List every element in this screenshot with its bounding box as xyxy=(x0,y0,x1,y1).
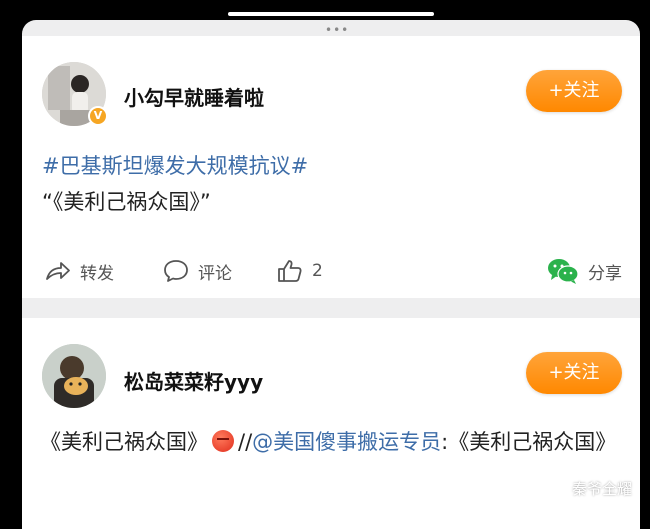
screen: ••• V 小勾早就睡着啦 +关注 #巴基斯坦爆发大规模抗议# “《美利己祸众国… xyxy=(0,0,650,529)
username[interactable]: 松岛菜菜籽yyy xyxy=(124,366,263,395)
follow-button[interactable]: +关注 xyxy=(526,70,622,112)
avatar-image xyxy=(42,344,106,408)
status-bar-indicator xyxy=(228,12,434,16)
username[interactable]: 小勾早就睡着啦 xyxy=(124,82,264,111)
post-text: 《美利己祸众国》 //@美国傻事搬运专员:《美利己祸众国》 xyxy=(40,426,620,458)
post-text-quote: 《美利己祸众国》 xyxy=(40,430,208,454)
repost-separator: // xyxy=(238,430,253,454)
post-card: V 小勾早就睡着啦 +关注 #巴基斯坦爆发大规模抗议# “《美利己祸众国》” 转… xyxy=(22,36,640,298)
like-button[interactable]: 2 xyxy=(276,254,323,288)
wechat-logo-icon xyxy=(544,480,566,497)
verified-badge-icon: V xyxy=(88,106,108,126)
feed-sheet: ••• V 小勾早就睡着啦 +关注 #巴基斯坦爆发大规模抗议# “《美利己祸众国… xyxy=(22,20,640,529)
user-mention-link[interactable]: @美国傻事搬运专员 xyxy=(252,430,441,454)
share-label: 分享 xyxy=(588,263,622,284)
forward-label: 转发 xyxy=(80,263,114,284)
comment-label: 评论 xyxy=(198,263,232,284)
wechat-icon xyxy=(548,259,579,284)
like-count: 2 xyxy=(312,261,323,281)
topic-hashtag-link[interactable]: #巴基斯坦爆发大规模抗议# xyxy=(42,150,308,180)
post-text-repost: :《美利己祸众国》 xyxy=(441,430,617,454)
forward-icon xyxy=(46,262,70,280)
share-button[interactable]: 分享 xyxy=(546,254,622,288)
comment-button[interactable]: 评论 xyxy=(162,254,232,288)
like-icon xyxy=(278,260,302,282)
sheet-grip-handle[interactable]: ••• xyxy=(325,23,349,37)
comment-icon xyxy=(164,260,188,282)
post-actions-bar: 转发 评论 2 分享 xyxy=(22,254,640,288)
angry-emoji-icon xyxy=(212,430,234,452)
watermark-text: 秦爷全耀 xyxy=(572,480,633,498)
follow-button[interactable]: +关注 xyxy=(526,352,622,394)
watermark: 秦爷全耀 xyxy=(544,478,632,499)
avatar[interactable] xyxy=(42,344,106,408)
forward-button[interactable]: 转发 xyxy=(44,254,114,288)
post-text: “《美利己祸众国》” xyxy=(42,190,211,214)
